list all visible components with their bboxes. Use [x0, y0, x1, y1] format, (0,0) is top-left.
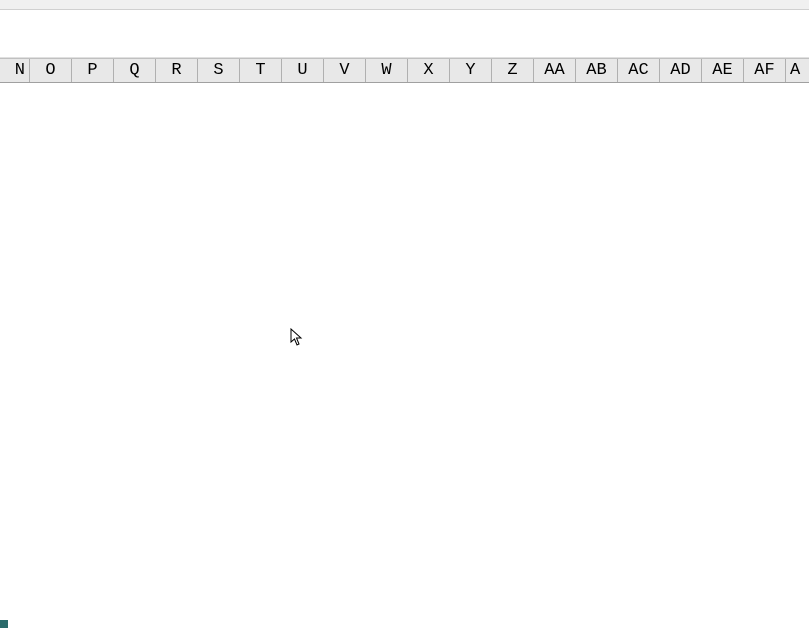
column-label: R: [171, 61, 181, 80]
column-header-aa[interactable]: AA: [534, 59, 576, 82]
column-header-x[interactable]: X: [408, 59, 450, 82]
column-header-n[interactable]: N: [0, 59, 30, 82]
column-header-o[interactable]: O: [30, 59, 72, 82]
column-header-t[interactable]: T: [240, 59, 282, 82]
column-header-z[interactable]: Z: [492, 59, 534, 82]
column-label: U: [297, 61, 307, 80]
column-label: N: [15, 61, 25, 80]
mouse-cursor-icon: [290, 328, 304, 346]
bottom-left-indicator: [0, 620, 8, 628]
column-label: Q: [129, 61, 139, 80]
toolbar-area: [0, 10, 809, 58]
column-label: S: [213, 61, 223, 80]
column-header-y[interactable]: Y: [450, 59, 492, 82]
column-header-s[interactable]: S: [198, 59, 240, 82]
column-header-w[interactable]: W: [366, 59, 408, 82]
column-label: T: [255, 61, 265, 80]
column-label: AA: [544, 61, 564, 80]
column-label: X: [423, 61, 433, 80]
column-header-row: N O P Q R S T U V W X Y Z AA AB AC AD: [0, 58, 809, 83]
column-header-ag-partial[interactable]: A: [786, 59, 802, 82]
spreadsheet-cells-area[interactable]: [0, 83, 809, 628]
column-label: P: [87, 61, 97, 80]
column-label: W: [381, 61, 391, 80]
column-label: AE: [712, 61, 732, 80]
column-header-ac[interactable]: AC: [618, 59, 660, 82]
column-label: AF: [754, 61, 774, 80]
top-bar: [0, 0, 809, 10]
column-label: AC: [628, 61, 648, 80]
column-label: Y: [465, 61, 475, 80]
column-label: O: [45, 61, 55, 80]
column-label: AB: [586, 61, 606, 80]
column-header-u[interactable]: U: [282, 59, 324, 82]
column-header-q[interactable]: Q: [114, 59, 156, 82]
column-label: AD: [670, 61, 690, 80]
column-header-ae[interactable]: AE: [702, 59, 744, 82]
column-header-p[interactable]: P: [72, 59, 114, 82]
column-header-af[interactable]: AF: [744, 59, 786, 82]
column-header-v[interactable]: V: [324, 59, 366, 82]
column-header-ab[interactable]: AB: [576, 59, 618, 82]
column-header-r[interactable]: R: [156, 59, 198, 82]
column-label: V: [339, 61, 349, 80]
column-header-ad[interactable]: AD: [660, 59, 702, 82]
column-label: A: [790, 61, 800, 80]
column-label: Z: [507, 61, 517, 80]
